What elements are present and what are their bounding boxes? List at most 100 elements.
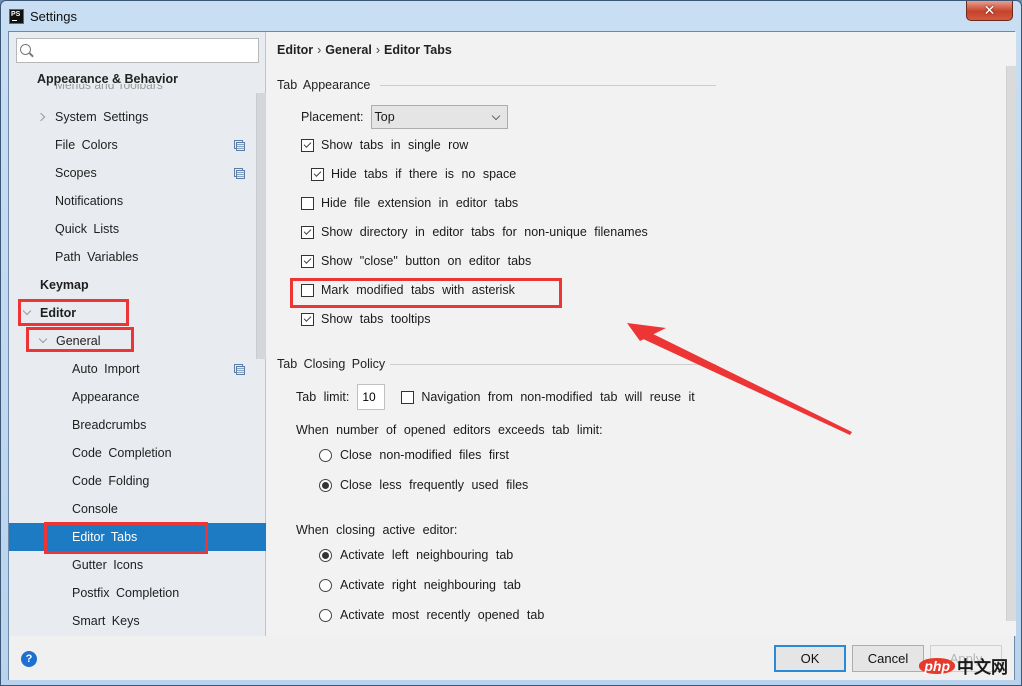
search-input[interactable] xyxy=(38,43,258,58)
tree-item-code-completion[interactable]: Code Completion xyxy=(9,439,266,467)
option-close-non-modified[interactable]: Close non-modified files first xyxy=(319,448,509,462)
option-close-less-frequent[interactable]: Close less frequently used files xyxy=(319,478,528,492)
chevron-down-icon[interactable] xyxy=(38,336,48,346)
option-activate-recent[interactable]: Activate most recently opened tab xyxy=(319,608,544,622)
tree-item-smart-keys[interactable]: Smart Keys xyxy=(9,607,266,635)
radio-activate-right[interactable] xyxy=(319,578,332,592)
breadcrumb-editor[interactable]: Editor xyxy=(277,43,313,57)
tree-item-console[interactable]: Console xyxy=(9,495,266,523)
tree-item-label: Quick Lists xyxy=(55,222,120,236)
phpstorm-logo-icon: PS xyxy=(9,8,24,24)
tree-item-auto-import[interactable]: Auto Import xyxy=(9,355,266,383)
option-show-tabs-tooltips[interactable]: Show tabs tooltips xyxy=(301,312,430,326)
placement-dropdown[interactable]: Top xyxy=(370,105,508,129)
project-settings-icon xyxy=(234,364,245,375)
tree-item-label: Editor Tabs xyxy=(72,530,138,544)
radio-close-non-modified[interactable] xyxy=(319,448,332,462)
breadcrumb-general[interactable]: General xyxy=(325,43,372,57)
search-field[interactable] xyxy=(16,38,259,63)
breadcrumb-separator: › xyxy=(375,43,381,57)
help-icon: ? xyxy=(25,653,33,665)
option-hide-file-extension[interactable]: Hide file extension in editor tabs xyxy=(301,196,518,210)
section-divider xyxy=(390,364,716,365)
option-activate-right[interactable]: Activate right neighbouring tab xyxy=(319,578,521,592)
checkbox-hide-tabs-no-space[interactable] xyxy=(311,167,324,181)
checkbox-show-directory[interactable] xyxy=(301,225,314,239)
tree-item-label: Breadcrumbs xyxy=(72,418,147,432)
tree-item-label: Code Folding xyxy=(72,474,150,488)
content-scrollbar[interactable] xyxy=(1006,66,1016,621)
tree-item-appearance[interactable]: Appearance xyxy=(9,383,266,411)
tree-item-code-folding[interactable]: Code Folding xyxy=(9,467,266,495)
radio-close-less-frequent[interactable] xyxy=(319,478,332,492)
tree-item-postfix-completion[interactable]: Postfix Completion xyxy=(9,579,266,607)
project-settings-icon xyxy=(234,140,245,151)
option-show-close-button[interactable]: Show "close" button on editor tabs xyxy=(301,254,531,268)
close-button[interactable]: ✕ xyxy=(966,1,1013,21)
tree-item-gutter-icons[interactable]: Gutter Icons xyxy=(9,551,266,579)
settings-content: Editor › General › Editor Tabs Tab Appearanc… xyxy=(267,32,1016,636)
option-label: Activate right neighbouring tab xyxy=(340,578,521,592)
tree-item-general[interactable]: General xyxy=(9,327,266,355)
tree-item-menus-toolbars-partial[interactable]: Menus and Toolbars xyxy=(55,84,195,92)
tree-item-path-variables[interactable]: Path Variables xyxy=(9,243,266,271)
tree-item-label: Editor xyxy=(40,306,77,320)
placement-row: Placement: Top xyxy=(301,105,508,129)
chevron-down-icon xyxy=(491,111,500,121)
chevron-right-icon[interactable] xyxy=(36,112,46,122)
search-icon xyxy=(20,43,34,58)
watermark-badge: php xyxy=(919,657,955,674)
checkbox-navigation-reuse[interactable] xyxy=(401,390,415,404)
cancel-button[interactable]: Cancel xyxy=(852,645,924,672)
tree-item-label: General xyxy=(56,334,101,348)
checkbox-show-tabs-tooltips[interactable] xyxy=(301,312,314,326)
dialog-client: Appearance & Behavior Menus and Toolbars… xyxy=(8,31,1016,680)
tree-item-keymap[interactable]: Keymap xyxy=(9,271,266,299)
option-show-directory[interactable]: Show directory in editor tabs for non-un… xyxy=(301,225,648,239)
tree-item-label: Code Completion xyxy=(72,446,172,460)
option-label: Navigation from non-modified tab will re… xyxy=(421,390,695,404)
chevron-down-icon[interactable] xyxy=(22,308,32,318)
project-settings-icon xyxy=(234,168,245,179)
exceeds-label: When number of opened editors exceeds ta… xyxy=(296,423,603,437)
option-label: Activate left neighbouring tab xyxy=(340,548,514,562)
tree-item-system-settings[interactable]: System Settings xyxy=(9,103,266,131)
tree-item-label: Scopes xyxy=(55,166,97,180)
checkbox-show-close-button[interactable] xyxy=(301,254,314,268)
tree-item-quick-lists[interactable]: Quick Lists xyxy=(9,215,266,243)
checkbox-mark-modified-asterisk[interactable] xyxy=(301,283,314,297)
radio-activate-left[interactable] xyxy=(319,548,332,562)
tree-item-label: Notifications xyxy=(55,194,124,208)
option-hide-tabs-no-space[interactable]: Hide tabs if there is no space xyxy=(311,167,516,181)
tree-item-label: Console xyxy=(72,502,118,516)
tree-item-editor-tabs[interactable]: Editor Tabs xyxy=(9,523,266,551)
tree-item-scopes[interactable]: Scopes xyxy=(9,159,266,187)
breadcrumb-separator: › xyxy=(317,43,322,57)
option-show-tabs-single-row[interactable]: Show tabs in single row xyxy=(301,138,468,152)
settings-sidebar: Appearance & Behavior Menus and Toolbars… xyxy=(9,32,266,636)
option-label: Close less frequently used files xyxy=(340,478,529,492)
tree-item-label: System Settings xyxy=(55,110,149,124)
tab-limit-row: Tab limit: Navigation from non-modified … xyxy=(296,384,695,410)
checkbox-hide-file-extension[interactable] xyxy=(301,196,314,210)
tab-limit-label: Tab limit: xyxy=(296,390,350,404)
radio-activate-recent[interactable] xyxy=(319,608,332,622)
option-activate-left[interactable]: Activate left neighbouring tab xyxy=(319,548,513,562)
option-mark-modified-asterisk[interactable]: Mark modified tabs with asterisk xyxy=(301,283,515,297)
tree-item-breadcrumbs[interactable]: Breadcrumbs xyxy=(9,411,266,439)
tree-item-label: Keymap xyxy=(40,278,89,292)
help-button[interactable]: ? xyxy=(21,651,37,667)
title-bar: PS Settings ✕ xyxy=(1,1,1021,31)
option-label: Show directory in editor tabs for non-un… xyxy=(321,225,648,239)
tab-limit-input[interactable] xyxy=(357,384,386,410)
option-label: Hide file extension in editor tabs xyxy=(321,196,519,210)
tree-item-label: Postfix Completion xyxy=(72,586,180,600)
checkbox-show-tabs-single-row[interactable] xyxy=(301,138,314,152)
tree-item-editor[interactable]: Editor xyxy=(9,299,266,327)
ok-button[interactable]: OK xyxy=(774,645,846,672)
breadcrumb: Editor › General › Editor Tabs xyxy=(277,43,452,57)
placement-label: Placement: xyxy=(301,110,364,124)
tree-item-notifications[interactable]: Notifications xyxy=(9,187,266,215)
tree-item-file-colors[interactable]: File Colors xyxy=(9,131,266,159)
closing-label: When closing active editor: xyxy=(296,523,458,537)
